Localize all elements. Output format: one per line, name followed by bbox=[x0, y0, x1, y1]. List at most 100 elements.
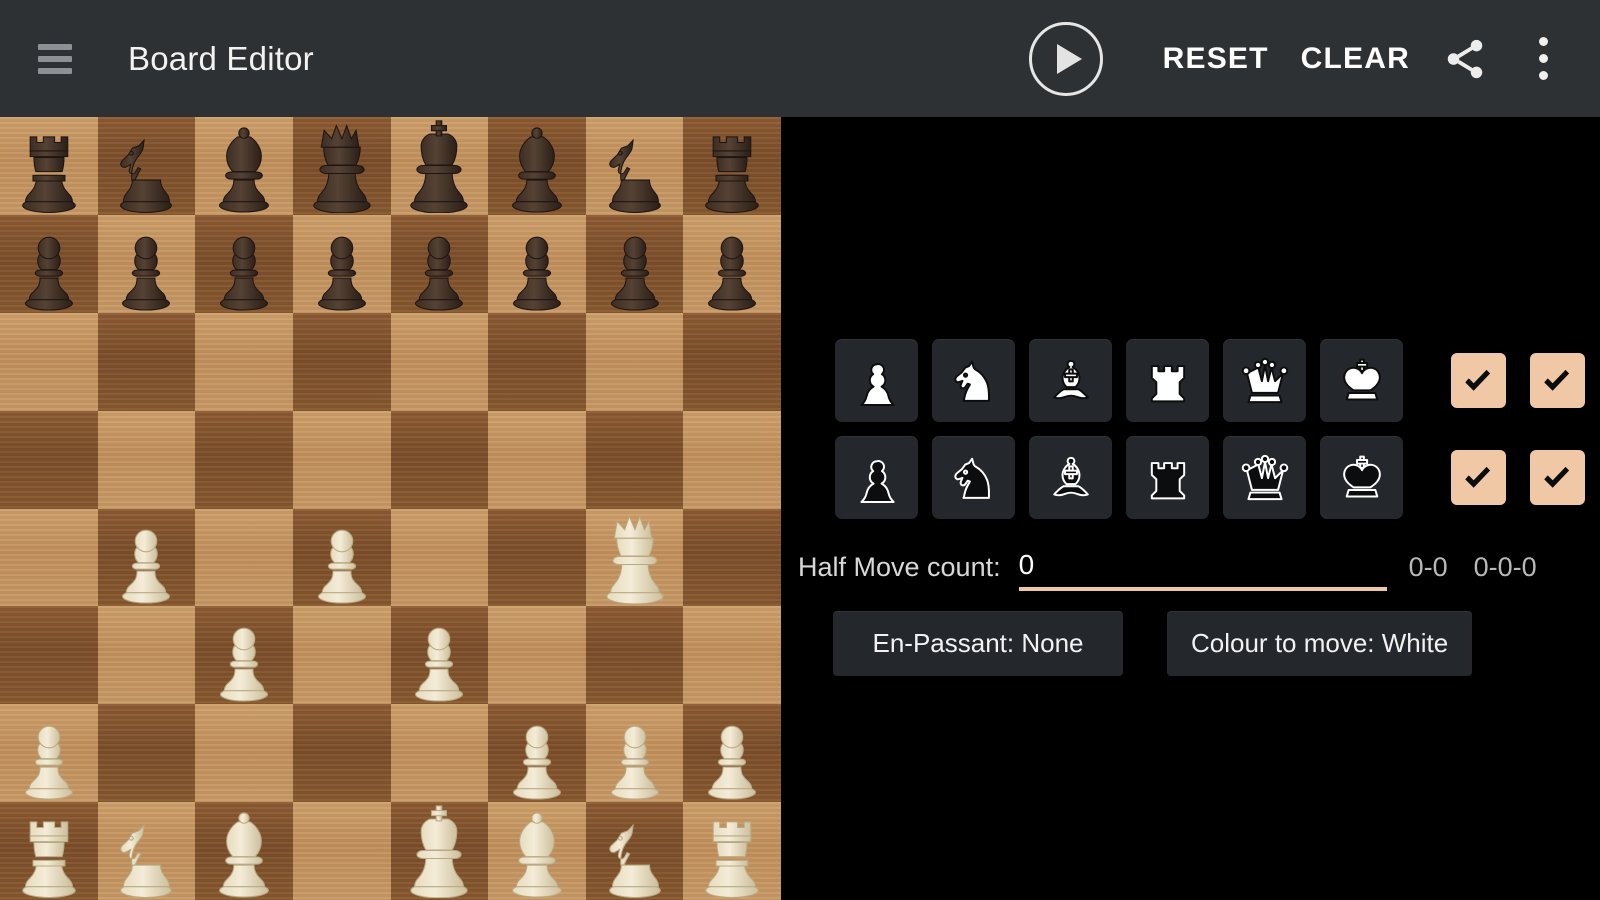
palette-white-pawn[interactable] bbox=[835, 339, 918, 422]
board-square-c3[interactable] bbox=[195, 606, 293, 705]
board-square-g7[interactable] bbox=[585, 214, 684, 313]
board-square-b6[interactable] bbox=[97, 312, 196, 411]
board-square-d7[interactable] bbox=[292, 214, 391, 313]
board-square-g2[interactable] bbox=[585, 704, 684, 803]
piece-black-pawn[interactable] bbox=[293, 217, 391, 311]
palette-black-bishop[interactable] bbox=[1029, 436, 1112, 519]
piece-black-queen[interactable] bbox=[293, 119, 391, 213]
board-square-a5[interactable] bbox=[0, 410, 98, 509]
board-square-c6[interactable] bbox=[195, 312, 293, 411]
piece-black-pawn[interactable] bbox=[586, 217, 684, 311]
board-square-d4[interactable] bbox=[292, 508, 391, 607]
checkbox-black-kingside-castle[interactable] bbox=[1451, 450, 1506, 505]
reset-button[interactable]: RESET bbox=[1147, 32, 1285, 86]
board-square-b8[interactable] bbox=[97, 117, 196, 215]
board-square-e6[interactable] bbox=[390, 312, 489, 411]
castle-queenside-label[interactable]: 0-0-0 bbox=[1474, 552, 1537, 583]
palette-black-king[interactable] bbox=[1320, 436, 1403, 519]
piece-white-pawn[interactable] bbox=[683, 706, 781, 800]
board-square-h8[interactable] bbox=[683, 117, 781, 215]
palette-black-knight[interactable] bbox=[932, 436, 1015, 519]
board-square-c2[interactable] bbox=[195, 704, 293, 803]
checkbox-white-queenside-castle[interactable] bbox=[1530, 353, 1585, 408]
board-square-g4[interactable] bbox=[585, 508, 684, 607]
board-square-e3[interactable] bbox=[390, 606, 489, 705]
piece-black-rook[interactable] bbox=[683, 119, 781, 213]
board-square-a7[interactable] bbox=[0, 214, 98, 313]
piece-white-knight[interactable] bbox=[586, 804, 684, 899]
clear-button[interactable]: CLEAR bbox=[1285, 32, 1426, 86]
half-move-input[interactable] bbox=[1018, 549, 1387, 581]
board-square-h5[interactable] bbox=[683, 410, 781, 509]
board-square-a3[interactable] bbox=[0, 606, 98, 705]
board-square-a2[interactable] bbox=[0, 704, 98, 803]
board-square-g6[interactable] bbox=[585, 312, 684, 411]
board-square-e5[interactable] bbox=[390, 410, 489, 509]
board-square-f7[interactable] bbox=[488, 214, 586, 313]
piece-black-pawn[interactable] bbox=[391, 217, 489, 311]
piece-white-pawn[interactable] bbox=[293, 510, 391, 604]
board-square-d1[interactable] bbox=[292, 802, 391, 900]
board-square-e1[interactable] bbox=[390, 802, 489, 900]
play-button[interactable] bbox=[1028, 21, 1103, 96]
board-square-b5[interactable] bbox=[97, 410, 196, 509]
board-square-a6[interactable] bbox=[0, 312, 98, 411]
piece-white-queen[interactable] bbox=[586, 510, 684, 605]
board-square-b4[interactable] bbox=[97, 508, 196, 607]
piece-black-pawn[interactable] bbox=[0, 217, 98, 311]
board-square-h1[interactable] bbox=[683, 802, 781, 900]
board-square-d2[interactable] bbox=[292, 704, 391, 803]
piece-black-rook[interactable] bbox=[0, 119, 98, 213]
board-square-g5[interactable] bbox=[585, 410, 684, 509]
board-square-d6[interactable] bbox=[292, 312, 391, 411]
piece-white-king[interactable] bbox=[391, 804, 489, 899]
board-square-h4[interactable] bbox=[683, 508, 781, 607]
share-button[interactable] bbox=[1426, 20, 1504, 98]
checkbox-white-kingside-castle[interactable] bbox=[1451, 353, 1506, 408]
board-square-e7[interactable] bbox=[390, 214, 489, 313]
palette-black-queen[interactable] bbox=[1223, 436, 1306, 519]
piece-white-knight[interactable] bbox=[98, 804, 196, 899]
board-square-f4[interactable] bbox=[488, 508, 586, 607]
board-square-e2[interactable] bbox=[390, 704, 489, 803]
castle-kingside-label[interactable]: 0-0 bbox=[1409, 552, 1448, 583]
piece-white-pawn[interactable] bbox=[0, 706, 98, 800]
piece-white-pawn[interactable] bbox=[586, 706, 684, 800]
checkbox-black-queenside-castle[interactable] bbox=[1530, 450, 1585, 505]
board-square-c1[interactable] bbox=[195, 802, 293, 900]
hamburger-menu-icon[interactable] bbox=[38, 43, 72, 74]
board-square-e4[interactable] bbox=[390, 508, 489, 607]
piece-white-pawn[interactable] bbox=[391, 608, 489, 702]
board-square-a4[interactable] bbox=[0, 508, 98, 607]
en-passant-button[interactable]: En-Passant: None bbox=[833, 611, 1123, 676]
board-square-f1[interactable] bbox=[488, 802, 586, 900]
piece-white-bishop[interactable] bbox=[195, 804, 293, 898]
board-square-f2[interactable] bbox=[488, 704, 586, 803]
piece-black-bishop[interactable] bbox=[195, 119, 293, 213]
board-square-b1[interactable] bbox=[97, 802, 196, 900]
board-square-d8[interactable] bbox=[292, 117, 391, 215]
board-square-h6[interactable] bbox=[683, 312, 781, 411]
palette-white-rook[interactable] bbox=[1126, 339, 1209, 422]
board-square-c7[interactable] bbox=[195, 214, 293, 313]
half-move-field[interactable] bbox=[1018, 549, 1387, 591]
piece-white-rook[interactable] bbox=[0, 804, 98, 899]
piece-black-pawn[interactable] bbox=[488, 217, 586, 311]
board-square-g1[interactable] bbox=[585, 802, 684, 900]
palette-white-king[interactable] bbox=[1320, 339, 1403, 422]
colour-to-move-button[interactable]: Colour to move: White bbox=[1167, 611, 1473, 676]
board-square-c5[interactable] bbox=[195, 410, 293, 509]
overflow-menu-button[interactable] bbox=[1504, 20, 1582, 98]
piece-white-rook[interactable] bbox=[683, 804, 781, 899]
piece-white-pawn[interactable] bbox=[195, 608, 293, 702]
board-square-a8[interactable] bbox=[0, 117, 98, 215]
board-square-b3[interactable] bbox=[97, 606, 196, 705]
piece-black-pawn[interactable] bbox=[195, 217, 293, 311]
piece-white-bishop[interactable] bbox=[488, 804, 586, 898]
palette-white-knight[interactable] bbox=[932, 339, 1015, 422]
chessboard[interactable] bbox=[0, 117, 781, 900]
palette-white-queen[interactable] bbox=[1223, 339, 1306, 422]
board-square-f3[interactable] bbox=[488, 606, 586, 705]
board-square-d5[interactable] bbox=[292, 410, 391, 509]
board-square-d3[interactable] bbox=[292, 606, 391, 705]
